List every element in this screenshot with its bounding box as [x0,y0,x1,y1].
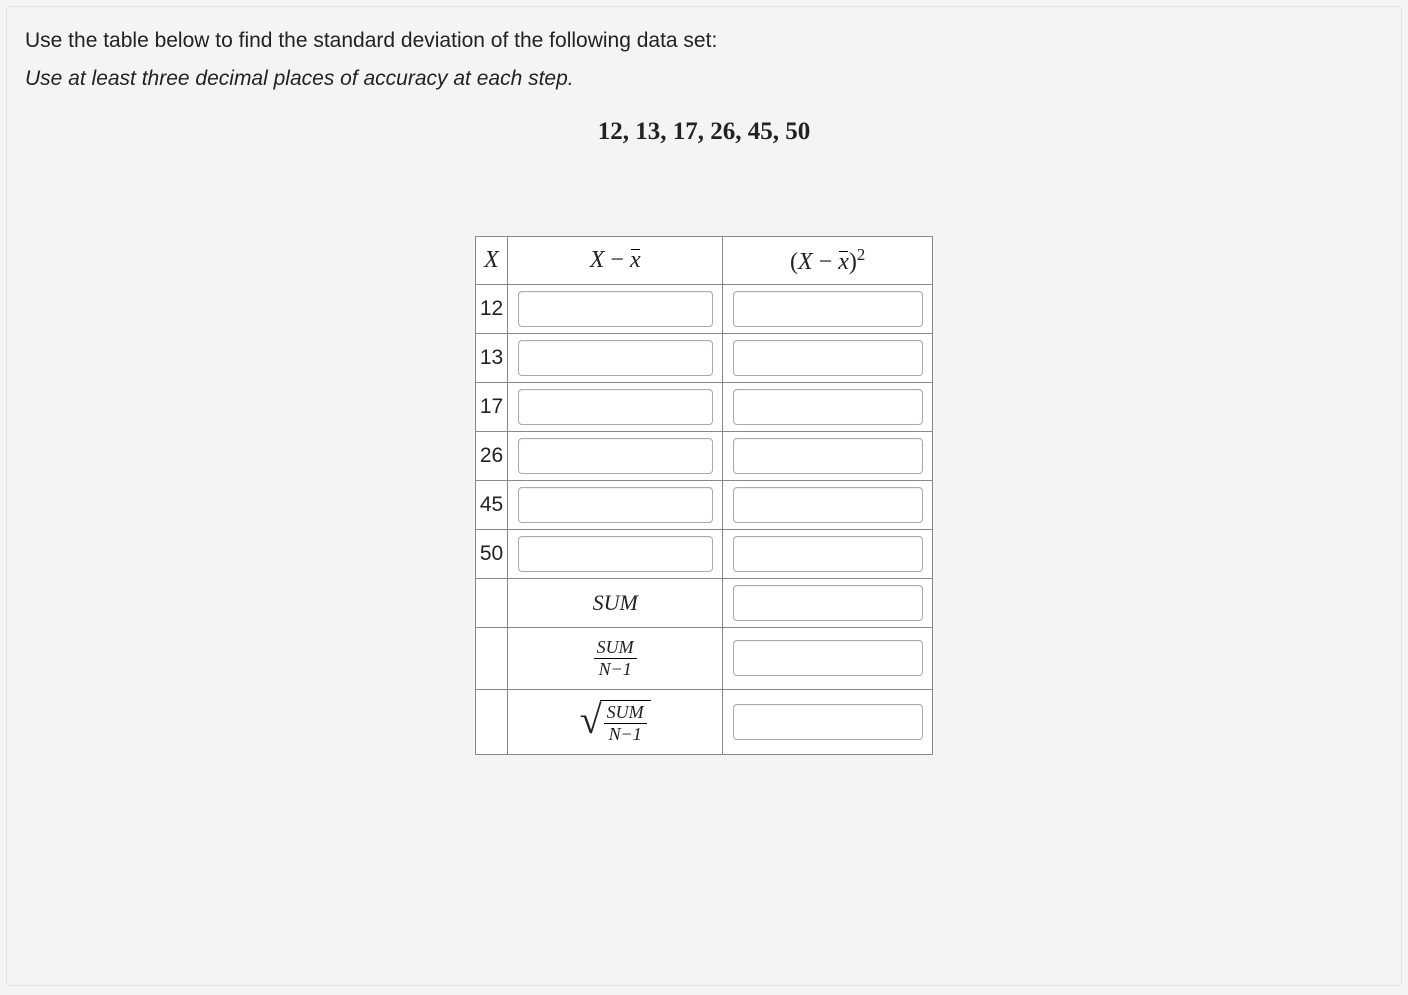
prompt-instruction: Use at least three decimal places of acc… [25,63,1383,95]
input-squared-5[interactable] [733,536,923,572]
input-squared-0[interactable] [733,291,923,327]
dataset-display: 12, 13, 17, 26, 45, 50 [25,118,1383,146]
table-row: 12 [475,285,932,334]
stddev-label: √ SUM N−1 [508,689,723,754]
variance-row: SUM N−1 [475,628,932,690]
table-row: 45 [475,481,932,530]
input-squared-3[interactable] [733,438,923,474]
input-squared-4[interactable] [733,487,923,523]
calculation-table: X X − x (X − x)2 12 13 [475,236,933,755]
table-row: 17 [475,383,932,432]
input-deviation-1[interactable] [518,340,713,376]
cell-x: 50 [475,530,507,579]
header-deviation: X − x [508,237,723,285]
cell-x: 12 [475,285,507,334]
input-sum[interactable] [733,585,923,621]
cell-x: 26 [475,432,507,481]
table-row: 13 [475,334,932,383]
sum-row: SUM [475,579,932,628]
prompt-text: Use the table below to find the standard… [25,25,1383,57]
table-row: 26 [475,432,932,481]
cell-x: 45 [475,481,507,530]
input-deviation-4[interactable] [518,487,713,523]
header-x: X [475,237,507,285]
cell-x: 17 [475,383,507,432]
input-deviation-5[interactable] [518,536,713,572]
input-squared-2[interactable] [733,389,923,425]
cell-x: 13 [475,334,507,383]
input-deviation-0[interactable] [518,291,713,327]
header-squared-deviation: (X − x)2 [723,237,933,285]
variance-label: SUM N−1 [508,628,723,690]
input-squared-1[interactable] [733,340,923,376]
question-card: Use the table below to find the standard… [6,6,1402,986]
input-variance[interactable] [733,640,923,676]
input-stddev[interactable] [733,704,923,740]
input-deviation-3[interactable] [518,438,713,474]
input-deviation-2[interactable] [518,389,713,425]
sum-label: SUM [508,579,723,628]
stddev-row: √ SUM N−1 [475,689,932,754]
table-row: 50 [475,530,932,579]
